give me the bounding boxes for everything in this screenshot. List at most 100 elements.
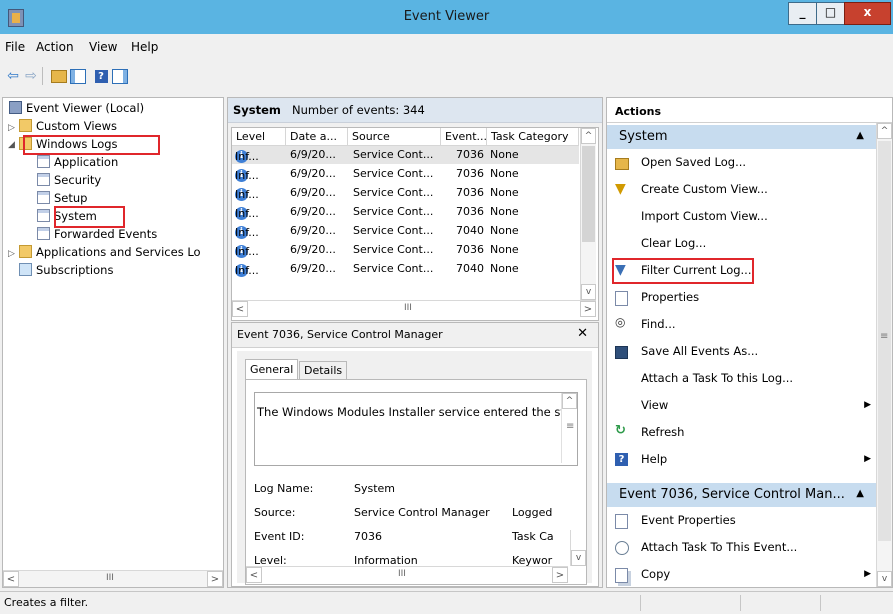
event-list-vertical-scrollbar[interactable]: ^ v <box>580 128 596 300</box>
tree-item-applications-and-services[interactable]: Applications and Services Lo <box>19 245 201 259</box>
action-label: Attach a Task To this Log... <box>641 371 794 385</box>
action-label: Help <box>641 452 668 466</box>
table-row[interactable]: i Inf... 6/9/20... Service Cont... 7036 N… <box>232 241 579 259</box>
menu-help[interactable]: Help <box>131 40 158 54</box>
scroll-grip-icon[interactable]: ≡ <box>880 331 888 342</box>
message-vertical-scrollbar[interactable]: ^ ≡ <box>561 393 577 463</box>
scroll-thumb[interactable] <box>582 146 595 242</box>
table-row[interactable]: i Inf... 6/9/20... Service Cont... 7036 N… <box>232 184 579 202</box>
scroll-down-icon[interactable]: v <box>581 284 596 300</box>
close-button[interactable]: x <box>844 2 891 25</box>
cell-date: 6/9/20... <box>290 148 336 161</box>
event-viewer-window: Event Viewer _ □ x File Action View Help… <box>0 0 893 614</box>
properties-icon <box>615 514 628 529</box>
cell-source: Service Cont... <box>353 224 434 237</box>
column-header-date[interactable]: Date a... <box>286 128 348 146</box>
collapse-arrow-icon[interactable]: ◢ <box>8 140 15 150</box>
tree-label: Event Viewer (Local) <box>26 101 145 115</box>
tree-item-event-viewer-local[interactable]: Event Viewer (Local) <box>9 101 144 115</box>
cell-level: Inf... <box>235 169 259 182</box>
tree-item-custom-views[interactable]: Custom Views <box>19 119 117 133</box>
back-arrow-icon[interactable]: ⇦ <box>4 67 22 85</box>
console-tree-pane: Event Viewer (Local) ▷ Custom Views ◢ Wi… <box>2 97 224 588</box>
open-folder-icon[interactable] <box>50 67 68 85</box>
tree-horizontal-scrollbar[interactable]: < III > <box>3 570 223 587</box>
actions-section-event[interactable]: Event 7036, Service Control Man... ▲ <box>607 483 892 507</box>
column-header-task-category[interactable]: Task Category <box>487 128 579 146</box>
event-detail-header: Event 7036, Service Control Manager ✕ <box>232 323 598 348</box>
scroll-thumb-grip-icon[interactable]: III <box>106 573 114 583</box>
close-icon[interactable]: ✕ <box>577 326 588 341</box>
task-category-label: Task Ca <box>512 530 554 543</box>
event-message-box[interactable]: The Windows Modules Installer service en… <box>254 392 578 466</box>
expand-arrow-icon[interactable]: ▷ <box>8 123 15 133</box>
scroll-thumb-grip-icon[interactable]: III <box>404 303 412 313</box>
scroll-up-icon[interactable]: ^ <box>562 393 577 409</box>
scroll-left-icon[interactable]: < <box>246 567 262 583</box>
event-message: The Windows Modules Installer service en… <box>257 405 578 419</box>
scroll-thumb-grip-icon[interactable]: III <box>398 569 406 579</box>
tree-item-security[interactable]: Security <box>37 173 101 187</box>
scroll-up-icon[interactable]: ^ <box>581 128 596 144</box>
action-label: Properties <box>641 290 700 304</box>
action-help[interactable]: ? Help ▶ <box>615 449 875 471</box>
tree-item-forwarded-events[interactable]: Forwarded Events <box>37 227 157 241</box>
scroll-down-icon[interactable]: v <box>571 550 586 566</box>
title-bar[interactable]: Event Viewer _ □ x <box>0 0 893 34</box>
actions-vertical-scrollbar[interactable]: ^ ≡ v <box>876 123 892 587</box>
table-row[interactable]: i Inf... 6/9/20... Service Cont... 7036 N… <box>232 203 579 221</box>
actions-section-system[interactable]: System ▲ <box>607 125 892 149</box>
scroll-up-icon[interactable]: ^ <box>877 123 892 139</box>
cell-source: Service Cont... <box>353 186 434 199</box>
scroll-right-icon[interactable]: > <box>207 571 223 587</box>
scroll-right-icon[interactable]: > <box>580 301 596 317</box>
scroll-left-icon[interactable]: < <box>3 571 19 587</box>
cell-event: 7040 <box>456 224 484 237</box>
cell-event: 7036 <box>456 186 484 199</box>
tab-details[interactable]: Details <box>299 361 348 381</box>
binoculars-icon: ◎ <box>615 315 626 329</box>
detail-vertical-scrollbar[interactable]: v <box>570 530 586 566</box>
show-hide-action-pane-icon[interactable] <box>111 67 129 85</box>
source-label: Source: <box>254 506 296 519</box>
action-view[interactable]: View ▶ <box>615 395 875 417</box>
cell-date: 6/9/20... <box>290 262 336 275</box>
scroll-left-icon[interactable]: < <box>232 301 248 317</box>
action-label: Import Custom View... <box>641 209 768 223</box>
table-row[interactable]: i Inf... 6/9/20... Service Cont... 7036 N… <box>232 146 579 164</box>
action-copy[interactable]: Copy ▶ <box>615 564 875 586</box>
expand-arrow-icon[interactable]: ▷ <box>8 249 15 259</box>
toolbar-separator <box>42 67 43 85</box>
table-row[interactable]: i Inf... 6/9/20... Service Cont... 7040 N… <box>232 222 579 240</box>
maximize-button[interactable]: □ <box>816 2 845 25</box>
tree-item-setup[interactable]: Setup <box>37 191 87 205</box>
help-icon[interactable]: ? <box>92 67 110 85</box>
menu-view[interactable]: View <box>89 40 117 54</box>
copy-icon <box>615 568 628 583</box>
menu-file[interactable]: File <box>5 40 25 54</box>
minimize-button[interactable]: _ <box>788 2 817 25</box>
cell-event: 7036 <box>456 243 484 256</box>
tab-general[interactable]: General <box>245 359 299 380</box>
forward-arrow-icon[interactable]: ⇨ <box>22 67 40 85</box>
column-header-event[interactable]: Event... <box>441 128 487 146</box>
show-hide-console-tree-icon[interactable] <box>69 67 87 85</box>
tree-item-application[interactable]: Application <box>37 155 118 169</box>
table-row[interactable]: i Inf... 6/9/20... Service Cont... 7036 N… <box>232 165 579 183</box>
scroll-down-icon[interactable]: v <box>877 571 892 587</box>
scroll-right-icon[interactable]: > <box>552 567 568 583</box>
collapse-section-icon[interactable]: ▲ <box>856 130 864 141</box>
event-detail-pane: Event 7036, Service Control Manager ✕ Ge… <box>231 322 599 587</box>
event-list-horizontal-scrollbar[interactable]: < III > <box>232 300 596 317</box>
cell-date: 6/9/20... <box>290 224 336 237</box>
column-header-source[interactable]: Source <box>348 128 441 146</box>
column-header-level[interactable]: Level <box>232 128 286 146</box>
menu-action[interactable]: Action <box>36 40 74 54</box>
detail-horizontal-scrollbar[interactable]: < III > <box>246 566 568 583</box>
table-row[interactable]: i Inf... 6/9/20... Service Cont... 7040 N… <box>232 260 579 278</box>
cell-task: None <box>490 167 519 180</box>
tree-item-subscriptions[interactable]: Subscriptions <box>19 263 113 277</box>
scroll-grip-icon[interactable]: ≡ <box>566 421 574 432</box>
action-label: Refresh <box>641 425 685 439</box>
collapse-section-icon[interactable]: ▲ <box>856 488 864 499</box>
